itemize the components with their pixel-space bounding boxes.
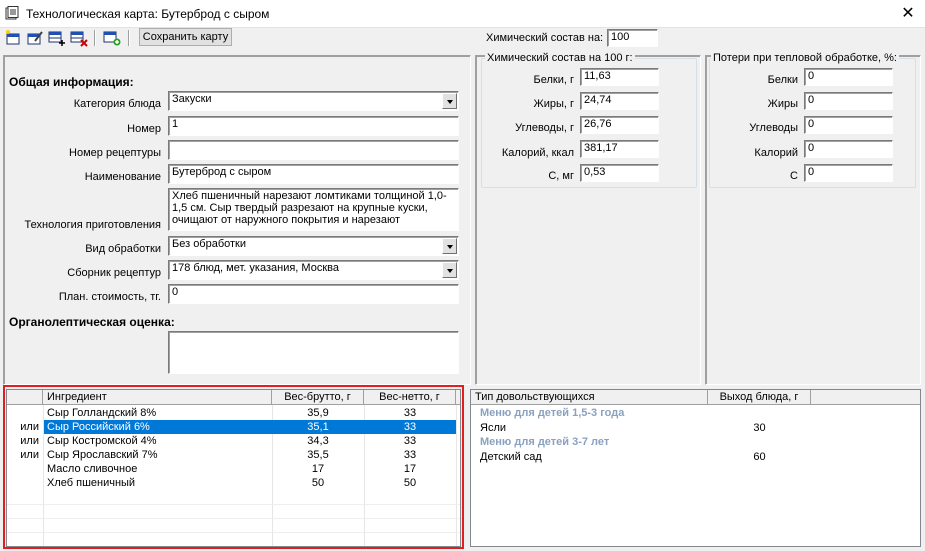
chem-label-vitc: С, мг — [548, 170, 574, 182]
new-card-icon[interactable] — [4, 29, 22, 47]
chem-for-input[interactable]: 100 — [607, 29, 658, 47]
processing-value: Без обработки — [172, 238, 247, 250]
recipe-number-input[interactable] — [168, 140, 459, 160]
chem-label-fat: Жиры, г — [533, 98, 574, 110]
general-info-heading: Общая информация: — [9, 75, 134, 89]
chem-calories-input[interactable]: 381,17 — [580, 140, 659, 158]
loss-label-calories: Калорий — [754, 147, 798, 159]
loss-label-vitc: С — [790, 170, 798, 182]
name-input[interactable]: Бутерброд с сыром — [168, 164, 459, 184]
chem-for-label: Химический состав на: — [486, 32, 604, 44]
category-value: Закуски — [172, 93, 212, 105]
loss-label-protein: Белки — [767, 74, 798, 86]
add-row-icon[interactable] — [48, 29, 66, 47]
loss-label-fat: Жиры — [767, 98, 798, 110]
chevron-down-icon[interactable] — [442, 262, 457, 278]
chem-fat-input[interactable]: 24,74 — [580, 92, 659, 110]
consumer-output[interactable]: 60 — [708, 450, 811, 464]
chevron-down-icon[interactable] — [442, 93, 457, 109]
chem-label-protein: Белки, г — [533, 74, 574, 86]
chem-legend: Химический состав на 100 г: — [485, 52, 635, 64]
loss-label-carbs: Углеводы — [749, 122, 798, 134]
organoleptic-heading: Органолептическая оценка: — [9, 315, 175, 329]
consumer-group-title: Меню для детей 3-7 лет — [480, 436, 610, 448]
loss-vitc-input[interactable]: 0 — [804, 164, 893, 182]
window-title: Технологическая карта: Бутерброд с сыром — [26, 7, 270, 21]
cost-input[interactable]: 0 — [168, 284, 459, 304]
chevron-down-icon[interactable] — [442, 238, 457, 254]
name-label: Наименование — [84, 171, 161, 183]
consumer-type[interactable]: Ясли — [480, 421, 506, 435]
category-label: Категория блюда — [73, 98, 161, 110]
cost-label: План. стоимость, тг. — [58, 291, 161, 303]
category-select[interactable]: Закуски — [168, 91, 459, 111]
chem-label-calories: Калорий, ккал — [501, 147, 574, 159]
organoleptic-textarea[interactable] — [168, 331, 459, 374]
delete-row-icon[interactable] — [70, 29, 88, 47]
losses-legend: Потери при тепловой обработке, %: — [711, 52, 899, 64]
consumer-type[interactable]: Детский сад — [480, 450, 542, 464]
calc-icon[interactable] — [103, 29, 121, 47]
consumer-group-title: Меню для детей 1,5-3 года — [480, 407, 625, 419]
collection-value: 178 блюд, мет. указания, Москва — [172, 262, 339, 274]
recipe-number-label: Номер рецептуры — [69, 147, 161, 159]
technology-label: Технология приготовления — [24, 219, 161, 231]
chem-carbs-input[interactable]: 26,76 — [580, 116, 659, 134]
app-card-icon — [5, 6, 19, 20]
consumers-header-type[interactable]: Тип довольствующихся — [471, 390, 708, 405]
highlight-box — [3, 385, 464, 549]
processing-select[interactable]: Без обработки — [168, 236, 459, 256]
processing-label: Вид обработки — [85, 243, 161, 255]
edit-card-icon[interactable] — [26, 29, 44, 47]
consumers-header-output[interactable]: Выход блюда, г — [708, 390, 811, 405]
toolbar-separator — [128, 30, 130, 46]
loss-carbs-input[interactable]: 0 — [804, 116, 893, 134]
close-button[interactable]: ✕ — [897, 3, 919, 25]
loss-calories-input[interactable]: 0 — [804, 140, 893, 158]
loss-fat-input[interactable]: 0 — [804, 92, 893, 110]
chem-protein-input[interactable]: 11,63 — [580, 68, 659, 86]
loss-protein-input[interactable]: 0 — [804, 68, 893, 86]
save-card-button[interactable]: Сохранить карту — [139, 28, 232, 46]
chem-label-carbs: Углеводы, г — [515, 122, 574, 134]
number-label: Номер — [127, 123, 161, 135]
consumers-header-filler — [811, 390, 920, 405]
technology-textarea[interactable]: Хлеб пшеничный нарезают ломтиками толщин… — [168, 188, 459, 231]
chem-vitc-input[interactable]: 0,53 — [580, 164, 659, 182]
collection-label: Сборник рецептур — [67, 267, 161, 279]
number-input[interactable]: 1 — [168, 116, 459, 136]
consumers-grid[interactable]: Тип довольствующихся Выход блюда, г Меню… — [470, 389, 921, 547]
toolbar-separator — [94, 30, 96, 46]
collection-select[interactable]: 178 блюд, мет. указания, Москва — [168, 260, 459, 280]
consumer-output[interactable]: 30 — [708, 421, 811, 435]
